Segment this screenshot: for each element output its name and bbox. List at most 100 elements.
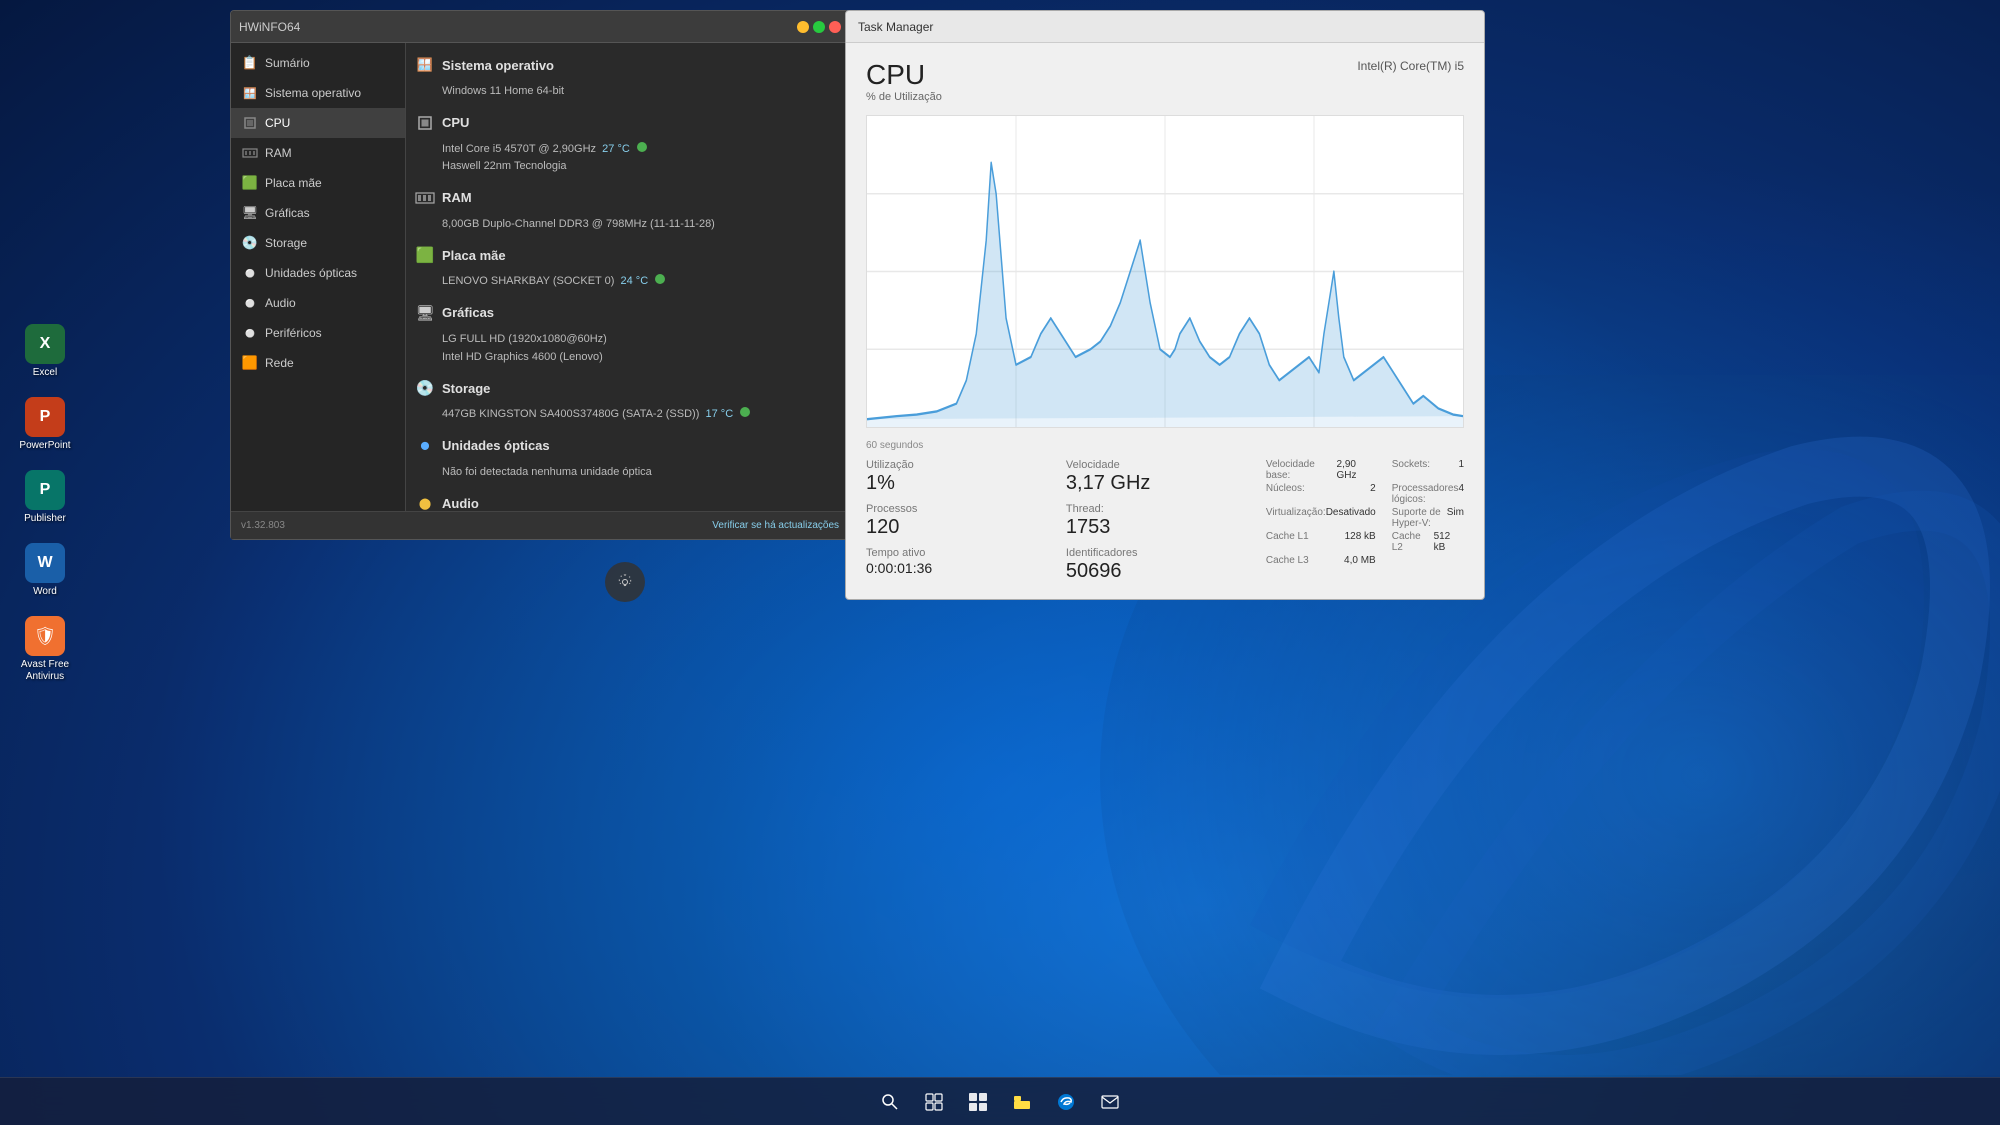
perifericos-icon: ⚪	[241, 324, 259, 342]
powerpoint-icon: P	[25, 397, 65, 437]
sumario-icon: 📋	[241, 54, 259, 72]
section-storage-header: 💿 Storage	[414, 374, 841, 402]
sidebar-item-audio[interactable]: ⚪ Audio	[231, 288, 405, 318]
graficas-gpu-line: Intel HD Graphics 4600 (Lenovo)	[442, 349, 841, 367]
taskbar-edge-icon[interactable]	[1046, 1082, 1086, 1122]
placa-status-dot	[655, 274, 665, 284]
cpu-header: CPU % de Utilização Intel(R) Core(TM) i5	[866, 59, 1464, 107]
ram-specs-line: 8,00GB Duplo-Channel DDR3 @ 798MHz (11-1…	[442, 216, 841, 234]
taskbar-search-icon[interactable]	[870, 1082, 910, 1122]
cpu-section-body: Intel Core i5 4570T @ 2,90GHz 27 °C Hasw…	[442, 141, 841, 176]
ram-icon	[241, 144, 259, 162]
sidebar-item-sumario[interactable]: 📋 Sumário	[231, 48, 405, 78]
taskbar-mail-icon[interactable]	[1090, 1082, 1130, 1122]
taskbar-center	[870, 1082, 1130, 1122]
threads-label: Thread:	[1066, 503, 1258, 515]
processos-label: Processos	[866, 503, 1058, 515]
sidebar-item-sistema[interactable]: 🪟 Sistema operativo	[231, 78, 405, 108]
cpu-left-header: CPU % de Utilização	[866, 59, 942, 107]
hwinfo-footer: v1.32.803 Verificar se há actualizações	[231, 511, 849, 539]
cpu-window-title-text: Task Manager	[858, 20, 933, 34]
sumario-label: Sumário	[265, 56, 310, 70]
desktop-icon-powerpoint[interactable]: P PowerPoint	[5, 393, 85, 456]
sidebar-item-perifericos[interactable]: ⚪ Periféricos	[231, 318, 405, 348]
ram-section-icon	[414, 187, 436, 209]
cpu-time-label: 60 segundos	[866, 440, 1464, 451]
graficas-icon: 🖥	[241, 204, 259, 222]
sidebar-item-graficas[interactable]: 🖥 Gráficas	[231, 198, 405, 228]
sidebar-item-storage[interactable]: 💿 Storage	[231, 228, 405, 258]
rede-icon: 🟧	[241, 354, 259, 372]
tempo-ativo-value: 0:00:01:36	[866, 560, 1058, 576]
cpu-col3: Velocidade base: 2,90 GHz Sockets: 1 Núc…	[1266, 459, 1464, 583]
cpu-temp: 27 °C	[602, 143, 630, 155]
cpu-arch-line: Haswell 22nm Tecnologia	[442, 158, 841, 176]
graficas-label: Gráficas	[265, 206, 310, 220]
placa-temp: 24 °C	[621, 275, 649, 287]
settings-gear-button[interactable]	[605, 562, 645, 602]
sidebar-item-placa-mae[interactable]: 🟩 Placa mãe	[231, 168, 405, 198]
cache-l2-val: 512 kB	[1434, 531, 1464, 553]
close-button[interactable]	[829, 21, 841, 33]
taskbar	[0, 1077, 2000, 1125]
taskbar-explorer-icon[interactable]	[1002, 1082, 1042, 1122]
unidades-section-icon: ⬤	[414, 435, 436, 457]
threads-value: 1753	[1066, 516, 1258, 539]
velocidade-group: Velocidade 3,17 GHz	[1066, 459, 1258, 495]
hwinfo-sidebar: 📋 Sumário 🪟 Sistema operativo CPU RAM	[231, 43, 406, 511]
sistema-section-icon: 🪟	[414, 54, 436, 76]
sidebar-item-ram[interactable]: RAM	[231, 138, 405, 168]
powerpoint-label: PowerPoint	[19, 440, 70, 452]
section-sistema-header: 🪟 Sistema operativo	[414, 51, 841, 79]
processos-group: Processos 120	[866, 503, 1058, 539]
cpu-status-dot	[637, 142, 647, 152]
cpu-titlebar: Task Manager	[846, 11, 1484, 43]
maximize-button[interactable]	[813, 21, 825, 33]
audio-section-title: Audio	[442, 496, 479, 511]
sidebar-item-cpu[interactable]: CPU	[231, 108, 405, 138]
nucleos-val: 2	[1370, 483, 1376, 505]
graficas-monitor-line: LG FULL HD (1920x1080@60Hz)	[442, 331, 841, 349]
rede-label: Rede	[265, 356, 294, 370]
identificadores-value: 50696	[1066, 560, 1258, 583]
sidebar-item-unidades[interactable]: ⚪ Unidades ópticas	[231, 258, 405, 288]
ram-section-body: 8,00GB Duplo-Channel DDR3 @ 798MHz (11-1…	[442, 216, 841, 234]
gear-icon	[615, 572, 635, 592]
version-label: v1.32.803	[241, 520, 285, 531]
unidades-label: Unidades ópticas	[265, 266, 357, 280]
cache-l3-key: Cache L3	[1266, 555, 1309, 566]
desktop-icon-excel[interactable]: X Excel	[5, 320, 85, 383]
virt-row: Virtualização: Desativado	[1266, 507, 1376, 529]
cache-l1-key: Cache L1	[1266, 531, 1309, 553]
cache-l2-key: Cache L2	[1392, 531, 1434, 553]
placa-mae-label: Placa mãe	[265, 176, 322, 190]
sockets-key: Sockets:	[1392, 459, 1430, 481]
taskbar-start-button[interactable]	[958, 1082, 998, 1122]
desktop-icon-publisher[interactable]: P Publisher	[5, 466, 85, 529]
desktop-icon-word[interactable]: W Word	[5, 539, 85, 602]
check-updates-link[interactable]: Verificar se há actualizações	[712, 520, 839, 531]
storage-icon: 💿	[241, 234, 259, 252]
perifericos-label: Periféricos	[265, 326, 322, 340]
sistema-section-title: Sistema operativo	[442, 58, 554, 73]
avast-icon: 🛡	[25, 616, 65, 656]
storage-section-body: 447GB KINGSTON SA400S37480G (SATA-2 (SSD…	[442, 406, 841, 424]
unidades-none-line: Não foi detectada nenhuma unidade óptica	[442, 464, 841, 482]
placa-model-line: LENOVO SHARKBAY (SOCKET 0) 24 °C	[442, 273, 841, 291]
tempo-ativo-group: Tempo ativo 0:00:01:36	[866, 547, 1058, 576]
taskbar-taskview-icon[interactable]	[914, 1082, 954, 1122]
utilizacao-value: 1%	[866, 472, 1058, 495]
nucleos-key: Núcleos:	[1266, 483, 1305, 505]
virt-val: Desativado	[1326, 507, 1376, 529]
cache-l3-val: 4,0 MB	[1344, 555, 1376, 566]
publisher-label: Publisher	[24, 513, 66, 525]
minimize-button[interactable]	[797, 21, 809, 33]
cpu-label: CPU	[265, 116, 290, 130]
placa-section-body: LENOVO SHARKBAY (SOCKET 0) 24 °C	[442, 273, 841, 291]
cpu-col2: Velocidade 3,17 GHz Thread: 1753 Identif…	[1066, 459, 1258, 583]
desktop-icon-avast[interactable]: 🛡 Avast Free Antivirus	[5, 612, 85, 687]
hwinfo-title: HWiNFO64	[239, 20, 300, 34]
graficas-section-title: Gráficas	[442, 305, 494, 320]
cpu-monitor-window: Task Manager CPU % de Utilização Intel(R…	[845, 10, 1485, 600]
sidebar-item-rede[interactable]: 🟧 Rede	[231, 348, 405, 378]
